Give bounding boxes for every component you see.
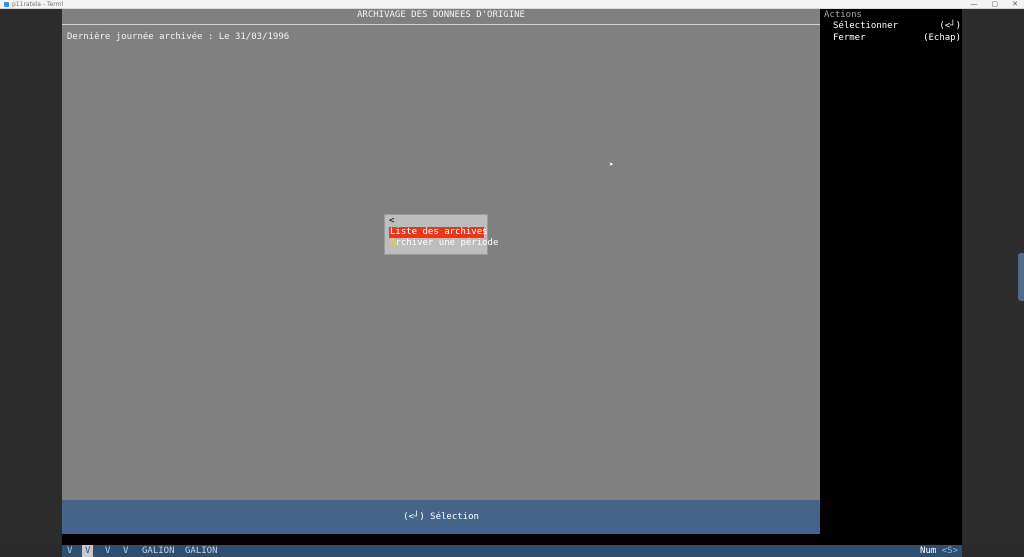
session-tab-2[interactable]: V [82,545,94,557]
minimize-button[interactable]: — [971,0,978,8]
session-tab-3[interactable]: V [102,545,113,557]
archive-menu: < Liste des archives Archiver une périod… [384,214,498,255]
session-tab-galion-2[interactable]: GALION [182,545,221,557]
screen-bottom-strip [62,534,820,545]
side-panel-tab[interactable] [1018,253,1024,301]
window-controls: — ▢ ✕ [971,0,1019,8]
action-key: (Echap) [923,33,961,43]
left-margin [0,9,62,545]
mouse-pointer-icon: ➤ [609,160,614,169]
main-screen: ARCHIVAGE DES DONNEES D'ORIGINE Dernière… [62,9,820,500]
action-key: (<┘) [939,21,961,31]
menu-item-label: iste des archives [395,227,488,237]
session-bar: V V V V GALION GALION Num <S> [62,545,962,557]
maximize-button[interactable]: ▢ [992,0,999,8]
num-label: Num [920,546,937,556]
action-label: Fermer [833,33,866,43]
session-tab-1[interactable]: V [64,545,75,557]
action-close[interactable]: Fermer (Echap) [833,33,961,43]
actions-panel: Actions Sélectionner (<┘) Fermer (Echap) [820,9,962,545]
menu-back-button[interactable]: < [389,216,483,227]
close-button[interactable]: ✕ [1012,0,1018,8]
menu-item-label: rchiver une période [395,238,499,248]
status-hint: (<┘) Sélection [403,512,479,522]
actions-title: Actions [824,10,862,20]
status-bar: (<┘) Sélection [62,500,820,534]
session-tab-4[interactable]: V [120,545,131,557]
right-margin [962,9,1024,545]
action-label: Sélectionner [833,21,899,31]
terminal-app-icon [4,2,9,7]
last-archive-info: Dernière journée archivée : Le 31/03/199… [67,32,290,42]
menu-item-archiver-periode[interactable]: Archiver une période [389,238,498,249]
menu-item-liste-archives[interactable]: Liste des archives [389,227,488,238]
window-titlebar: p11ratela - Terml — ▢ ✕ [0,0,1024,9]
num-lock-indicator: Num <S> [920,545,958,557]
action-select[interactable]: Sélectionner (<┘) [833,21,961,31]
screen-title: ARCHIVAGE DES DONNEES D'ORIGINE [62,9,820,25]
window-title: p11ratela - Terml [12,1,64,8]
session-tab-galion-1[interactable]: GALION [139,545,178,557]
num-key: <S> [941,546,958,556]
